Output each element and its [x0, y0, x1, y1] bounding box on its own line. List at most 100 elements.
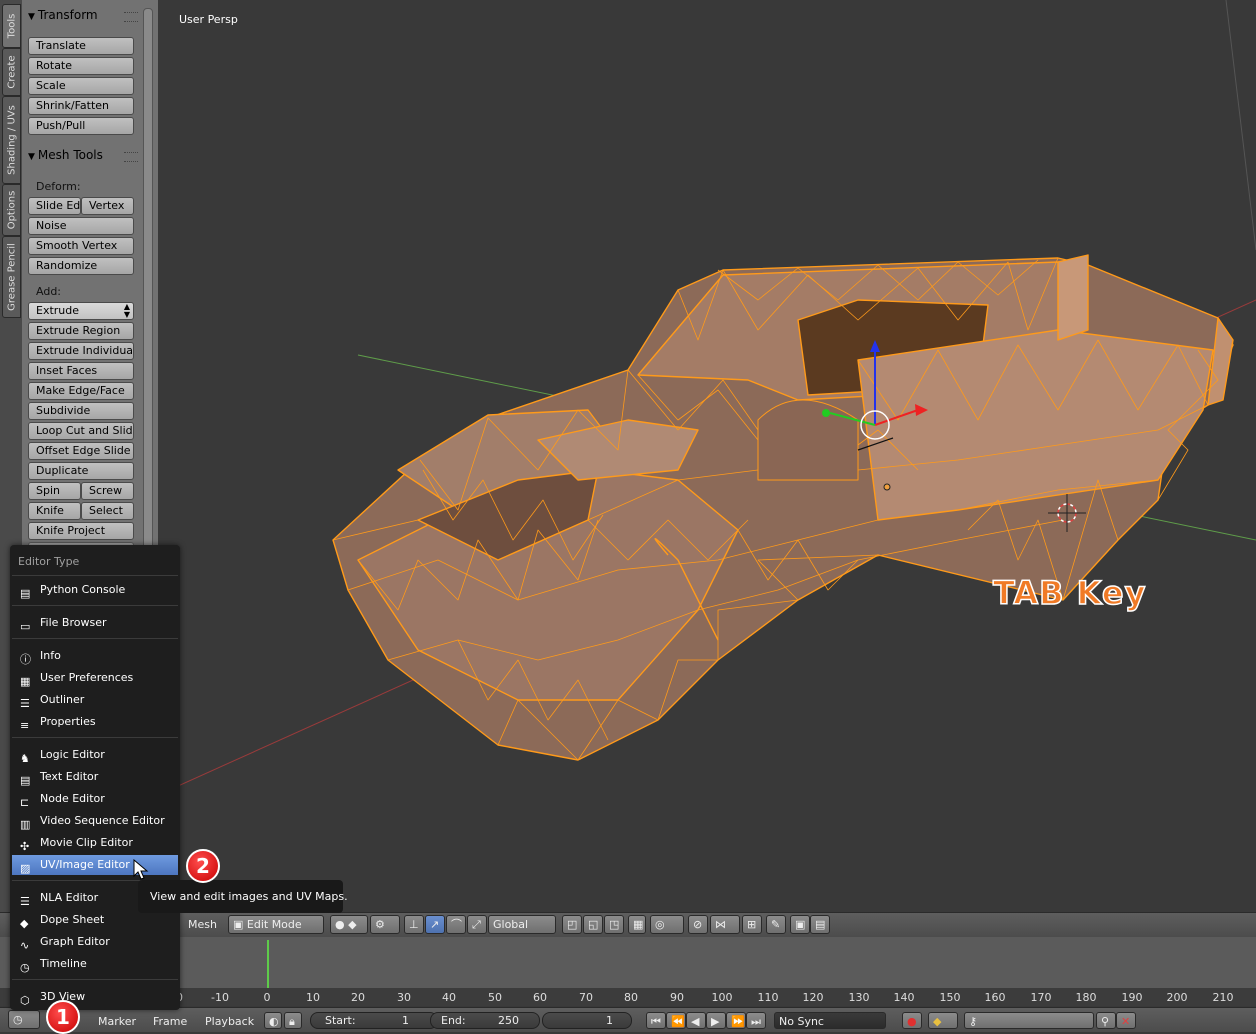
shrink-fatten-button[interactable]: Shrink/Fatten: [28, 97, 134, 115]
mesh-tools-panel-header[interactable]: ▼ Mesh Tools: [28, 146, 103, 164]
make-edge-face-button[interactable]: Make Edge/Face: [28, 382, 134, 400]
menu-item-timeline[interactable]: ◷ Timeline: [12, 954, 178, 974]
current-frame-line[interactable]: [267, 940, 269, 992]
extrude-region-button[interactable]: Extrude Region: [28, 322, 134, 340]
menu-item-movie-clip-editor[interactable]: ✣ Movie Clip Editor: [12, 833, 178, 853]
menu-item-node-editor[interactable]: ⊏ Node Editor: [12, 789, 178, 809]
extrude-individual-button[interactable]: Extrude Individual: [28, 342, 134, 360]
manipulator-toggle[interactable]: ⊥: [404, 915, 424, 934]
knife-select-button[interactable]: Select: [81, 502, 134, 520]
sync-dropdown[interactable]: No Sync: [774, 1012, 886, 1029]
jump-start-button[interactable]: ⏮: [646, 1012, 666, 1029]
slide-edge-button[interactable]: Slide Ed: [28, 197, 81, 215]
noise-button[interactable]: Noise: [28, 217, 134, 235]
snap-element-dropdown[interactable]: ⋈: [710, 915, 740, 934]
timeline-ruler[interactable]: -20 -10 0 10 20 30 40 50 60 70 80 90 100…: [0, 988, 1256, 1006]
loop-cut-button[interactable]: Loop Cut and Slide: [28, 422, 134, 440]
play-button[interactable]: ▶: [706, 1012, 726, 1029]
menu-item-python-console[interactable]: ▤ Python Console: [12, 580, 178, 600]
render-opengl-button[interactable]: ✎: [766, 915, 786, 934]
mode-dropdown[interactable]: ▣ Edit Mode: [228, 915, 324, 934]
jump-end-button[interactable]: ⏭: [746, 1012, 766, 1029]
frame-menu[interactable]: Frame: [153, 1015, 187, 1028]
menu-item-info[interactable]: ⓘ Info: [12, 646, 178, 666]
start-frame-field[interactable]: Start: 1: [310, 1012, 438, 1029]
insert-keyframe-button[interactable]: ⚲: [1096, 1012, 1116, 1029]
tab-grease-pencil[interactable]: Grease Pencil: [2, 236, 21, 318]
3d-view-icon: ⬡: [20, 994, 30, 1007]
translate-button[interactable]: Translate: [28, 37, 134, 55]
tab-create[interactable]: Create: [2, 48, 21, 96]
keying-set-field[interactable]: ⚷: [964, 1012, 1094, 1029]
vertex-slide-button[interactable]: Vertex: [81, 197, 134, 215]
delete-keyframe-button[interactable]: ✕: [1116, 1012, 1136, 1029]
edge-select-toggle[interactable]: ◱: [583, 915, 603, 934]
lock-range-toggle[interactable]: 🔒︎: [284, 1012, 302, 1029]
timeline-area[interactable]: [0, 937, 1256, 995]
menu-item-user-preferences[interactable]: ▦ User Preferences: [12, 668, 178, 688]
rotate-button[interactable]: Rotate: [28, 57, 134, 75]
orientation-dropdown[interactable]: Global: [488, 915, 556, 934]
menu-item-video-sequence-editor[interactable]: ▥ Video Sequence Editor: [12, 811, 178, 831]
transform-panel-header[interactable]: ▼ Transform: [28, 6, 98, 24]
playback-menu[interactable]: Playback: [205, 1015, 254, 1028]
menu-item-outliner[interactable]: ☰ Outliner: [12, 690, 178, 710]
face-select-toggle[interactable]: ◳: [604, 915, 624, 934]
end-frame-field[interactable]: End: 250: [430, 1012, 540, 1029]
play-reverse-button[interactable]: ◀: [686, 1012, 706, 1029]
spin-button[interactable]: Spin: [28, 482, 81, 500]
marker-menu[interactable]: Marker: [98, 1015, 136, 1028]
frame-tick: 180: [1075, 991, 1097, 1004]
rotate-manipulator-toggle[interactable]: ⌒: [446, 915, 466, 934]
keying-set-button[interactable]: ◆: [928, 1012, 958, 1029]
offset-edge-slide-button[interactable]: Offset Edge Slide: [28, 442, 134, 460]
snap-target-button[interactable]: ⊞: [742, 915, 762, 934]
extrude-dropdown[interactable]: Extrude ▲ ▼: [28, 302, 134, 320]
vertex-select-toggle[interactable]: ◰: [562, 915, 582, 934]
menu-item-uv-image-editor[interactable]: ▨ UV/Image Editor: [12, 855, 178, 875]
jump-keyframe-back-button[interactable]: ⏪: [666, 1012, 686, 1029]
editor-type-button[interactable]: ◷: [8, 1010, 40, 1029]
record-button[interactable]: ●: [902, 1012, 922, 1029]
viewport-shading-dropdown[interactable]: ● ◆: [330, 915, 368, 934]
preview-range-toggle[interactable]: ◐: [264, 1012, 282, 1029]
knife-button[interactable]: Knife: [28, 502, 81, 520]
menu-item-logic-editor[interactable]: ♞ Logic Editor: [12, 745, 178, 765]
menu-item-properties[interactable]: ≡ Properties: [12, 712, 178, 732]
menu-item-file-browser[interactable]: ▭ File Browser: [12, 613, 178, 633]
current-frame-field[interactable]: 1: [542, 1012, 632, 1029]
translate-manipulator-toggle[interactable]: ↗: [425, 915, 445, 934]
pivot-point-dropdown[interactable]: ⚙: [370, 915, 400, 934]
play-reverse-icon: ◀: [691, 1015, 700, 1028]
push-pull-button[interactable]: Push/Pull: [28, 117, 134, 135]
tab-shading-uvs[interactable]: Shading / UVs: [2, 96, 21, 184]
keyframe-icon: ◆: [933, 1015, 942, 1028]
menu-item-graph-editor[interactable]: ∿ Graph Editor: [12, 932, 178, 952]
mouse-pointer-icon: [133, 859, 149, 880]
scale-button[interactable]: Scale: [28, 77, 134, 95]
inset-faces-button[interactable]: Inset Faces: [28, 362, 134, 380]
randomize-button[interactable]: Randomize: [28, 257, 134, 275]
subdivide-button[interactable]: Subdivide: [28, 402, 134, 420]
menu-item-3d-view[interactable]: ⬡ 3D View: [12, 987, 178, 1007]
panel-grip-icon[interactable]: [124, 152, 138, 162]
grid-line: [1225, 0, 1256, 251]
tab-tools[interactable]: Tools: [2, 4, 21, 48]
scale-manipulator-toggle[interactable]: ⤢: [467, 915, 487, 934]
jump-keyframe-forward-button[interactable]: ⏩: [726, 1012, 746, 1029]
duplicate-button[interactable]: Duplicate: [28, 462, 134, 480]
limit-selection-toggle[interactable]: ▦: [628, 915, 646, 934]
snap-toggle[interactable]: ⊘: [688, 915, 708, 934]
mesh-menu[interactable]: Mesh: [188, 918, 217, 931]
3d-viewport[interactable]: User Persp TAB Key: [158, 0, 1256, 912]
render-image-button[interactable]: ▣: [790, 915, 810, 934]
menu-item-text-editor[interactable]: ▤ Text Editor: [12, 767, 178, 787]
screw-button[interactable]: Screw: [81, 482, 134, 500]
smooth-vertex-button[interactable]: Smooth Vertex: [28, 237, 134, 255]
tab-options[interactable]: Options: [2, 184, 21, 236]
menu-item-dope-sheet[interactable]: ◆ Dope Sheet: [12, 910, 178, 930]
proportional-editing-dropdown[interactable]: ◎: [650, 915, 684, 934]
render-animation-button[interactable]: ▤: [810, 915, 830, 934]
panel-grip-icon[interactable]: [124, 12, 138, 22]
knife-project-button[interactable]: Knife Project: [28, 522, 134, 540]
